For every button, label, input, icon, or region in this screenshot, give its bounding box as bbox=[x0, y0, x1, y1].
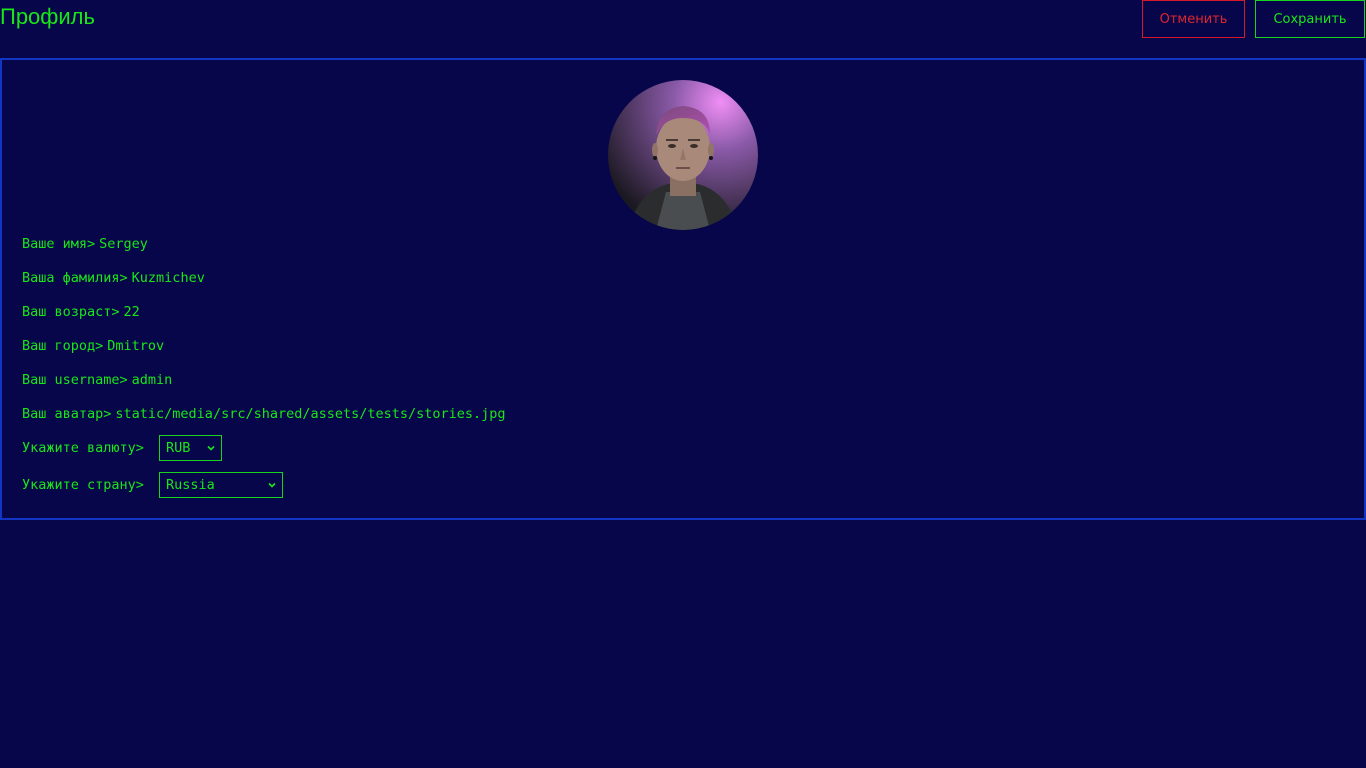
field-first-name-value[interactable]: Sergey bbox=[99, 236, 148, 252]
field-avatar: Ваш аватар> static/media/src/shared/asset… bbox=[22, 404, 506, 424]
field-avatar-value[interactable]: static/media/src/shared/assets/tests/sto… bbox=[115, 406, 505, 422]
field-currency: Укажите валюту> bbox=[22, 438, 144, 458]
field-last-name-label: Ваша фамилия> bbox=[22, 270, 128, 286]
chevron-down-icon bbox=[268, 482, 276, 488]
field-city-value[interactable]: Dmitrov bbox=[107, 338, 164, 354]
field-avatar-label: Ваш аватар> bbox=[22, 406, 112, 422]
avatar bbox=[608, 80, 758, 230]
field-country: Укажите страну> bbox=[22, 475, 144, 495]
page-header: Профиль Отменить Сохранить bbox=[0, 0, 1366, 40]
field-first-name-label: Ваше имя> bbox=[22, 236, 96, 252]
field-username: Ваш username> admin bbox=[22, 370, 172, 390]
field-country-label: Укажите страну> bbox=[22, 477, 144, 493]
field-first-name: Ваше имя> Sergey bbox=[22, 234, 148, 254]
profile-page: Профиль Отменить Сохранить Ваше имя> Ser… bbox=[0, 0, 1366, 768]
cancel-button[interactable]: Отменить bbox=[1142, 0, 1245, 38]
field-age-value[interactable]: 22 bbox=[124, 304, 140, 320]
field-city-label: Ваш город> bbox=[22, 338, 104, 354]
country-select[interactable]: Russia bbox=[159, 472, 283, 498]
currency-select[interactable]: RUB bbox=[159, 435, 222, 461]
field-currency-label: Укажите валюту> bbox=[22, 440, 144, 456]
field-last-name-value[interactable]: Kuzmichev bbox=[132, 270, 205, 286]
country-select-value: Russia bbox=[166, 477, 215, 493]
save-button[interactable]: Сохранить bbox=[1255, 0, 1365, 38]
field-age: Ваш возраст> 22 bbox=[22, 302, 140, 322]
page-title: Профиль bbox=[0, 4, 95, 29]
avatar-image bbox=[608, 80, 758, 230]
field-last-name: Ваша фамилия> Kuzmichev bbox=[22, 268, 205, 288]
field-age-label: Ваш возраст> bbox=[22, 304, 120, 320]
chevron-down-icon bbox=[207, 445, 215, 451]
profile-card: Ваше имя> Sergey Ваша фамилия> Kuzmichev В… bbox=[0, 58, 1366, 520]
field-username-value[interactable]: admin bbox=[132, 372, 173, 388]
field-city: Ваш город> Dmitrov bbox=[22, 336, 164, 356]
currency-select-value: RUB bbox=[166, 440, 191, 456]
field-username-label: Ваш username> bbox=[22, 372, 128, 388]
